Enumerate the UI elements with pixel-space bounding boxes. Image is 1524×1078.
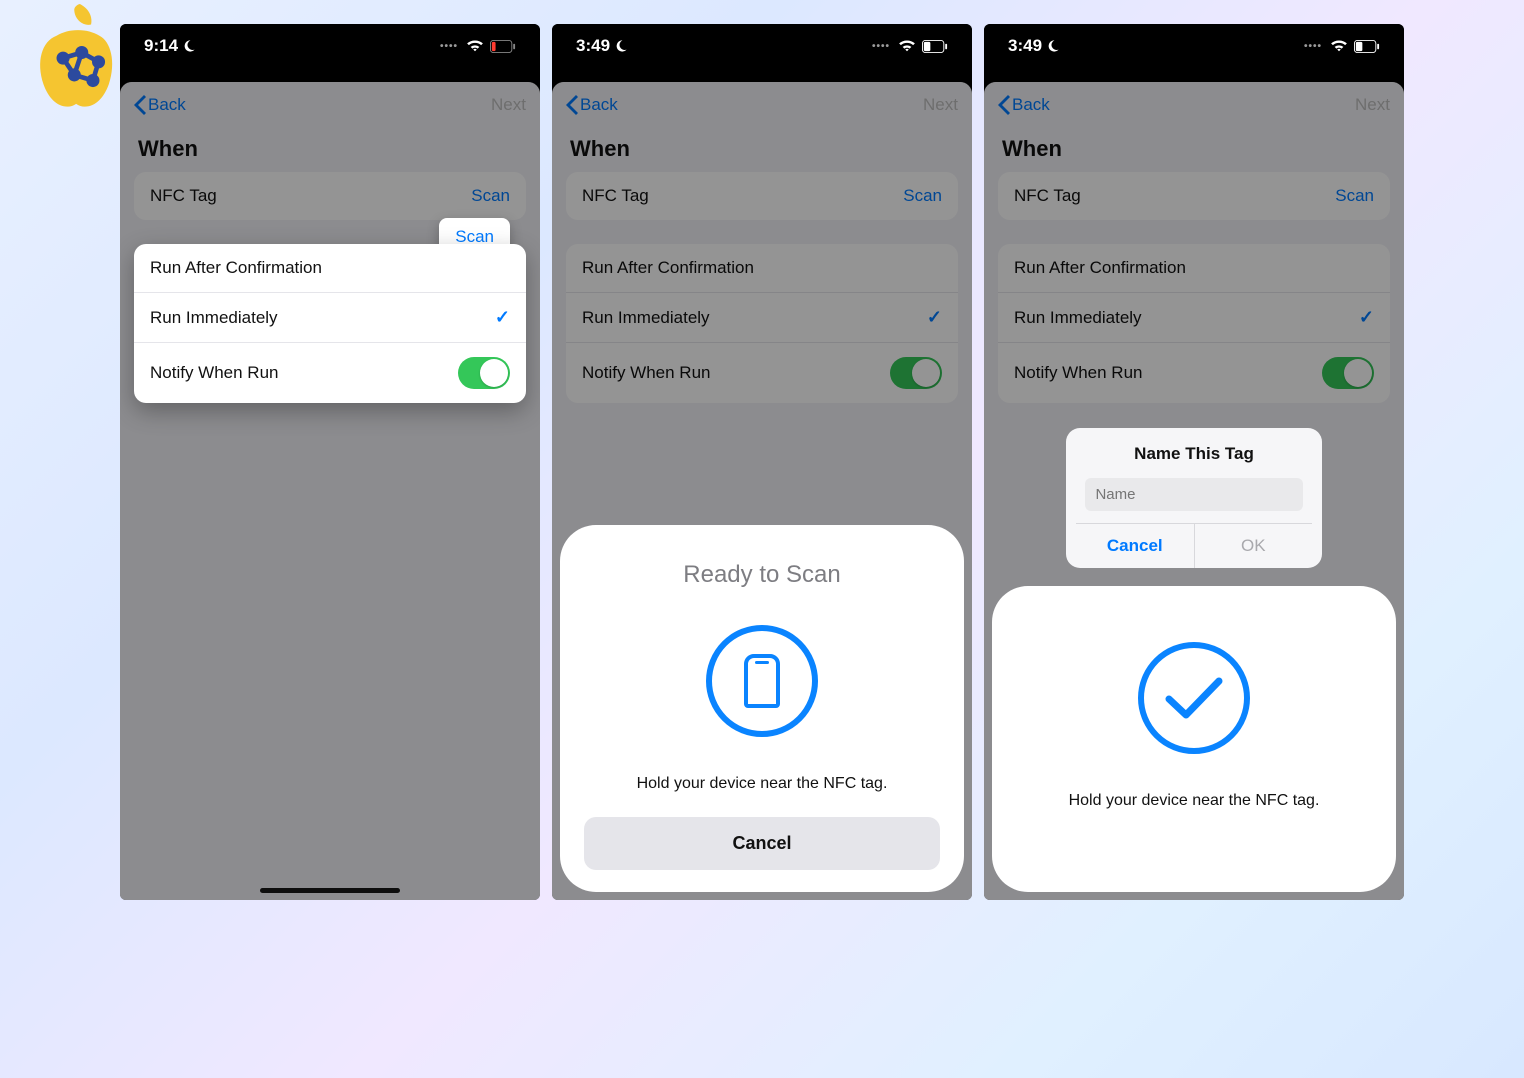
nfc-scan-circle-icon xyxy=(706,625,818,737)
option-notify-when-run: Notify When Run xyxy=(134,343,526,403)
screenshot-2: 3:49 •••• Back Next When NFC Tag Scan xyxy=(552,24,972,900)
chevron-left-icon xyxy=(998,95,1010,115)
option-run-after-confirmation[interactable]: Run After Confirmation xyxy=(566,244,958,293)
brand-logo-icon xyxy=(30,4,126,116)
nfc-tag-label: NFC Tag xyxy=(1014,186,1081,206)
nfc-scan-success-sheet: Hold your device near the NFC tag. xyxy=(992,586,1396,892)
cellular-dots-icon: •••• xyxy=(440,41,458,52)
do-not-disturb-icon xyxy=(614,39,628,53)
nfc-tag-row: NFC Tag Scan xyxy=(566,172,958,220)
wifi-icon xyxy=(466,39,484,53)
nfc-tag-row-group: NFC Tag Scan xyxy=(998,172,1390,220)
status-time: 3:49 xyxy=(576,36,610,56)
notify-toggle[interactable] xyxy=(890,357,942,389)
option-run-after-confirmation[interactable]: Run After Confirmation xyxy=(998,244,1390,293)
do-not-disturb-icon xyxy=(1046,39,1060,53)
option-run-immediately[interactable]: Run Immediately ✓ xyxy=(134,293,526,343)
run-options-group: Run After Confirmation Run Immediately ✓… xyxy=(566,244,958,403)
scan-button[interactable]: Scan xyxy=(1335,186,1374,206)
run-options-group: Run After Confirmation Run Immediately ✓… xyxy=(134,244,526,403)
battery-icon xyxy=(922,40,948,53)
nav-bar: Back Next xyxy=(552,82,972,128)
chevron-left-icon xyxy=(566,95,578,115)
back-button[interactable]: Back xyxy=(998,95,1050,115)
option-notify-when-run: Notify When Run xyxy=(566,343,958,403)
nfc-scan-sheet: Ready to Scan Hold your device near the … xyxy=(560,525,964,892)
alert-ok-button[interactable]: OK xyxy=(1195,524,1313,568)
nav-bar: Back Next xyxy=(984,82,1404,128)
status-bar: 3:49 •••• xyxy=(552,24,972,68)
nfc-tag-row: NFC Tag Scan xyxy=(998,172,1390,220)
alert-title: Name This Tag xyxy=(1076,444,1312,464)
do-not-disturb-icon xyxy=(182,39,196,53)
checkmark-icon: ✓ xyxy=(495,307,510,328)
checkmark-icon: ✓ xyxy=(1359,307,1374,328)
checkmark-icon: ✓ xyxy=(927,307,942,328)
option-run-immediately[interactable]: Run Immediately ✓ xyxy=(998,293,1390,343)
cellular-dots-icon: •••• xyxy=(872,41,890,52)
home-indicator[interactable] xyxy=(260,888,400,893)
notify-toggle[interactable] xyxy=(458,357,510,389)
notify-toggle[interactable] xyxy=(1322,357,1374,389)
run-options-group: Run After Confirmation Run Immediately ✓… xyxy=(998,244,1390,403)
alert-cancel-button[interactable]: Cancel xyxy=(1076,524,1195,568)
back-button[interactable]: Back xyxy=(566,95,618,115)
success-circle-icon xyxy=(1138,642,1250,754)
battery-icon xyxy=(1354,40,1380,53)
next-button[interactable]: Next xyxy=(923,95,958,115)
section-header-when: When xyxy=(984,128,1404,172)
sheet-title: Ready to Scan xyxy=(683,561,840,589)
status-time: 3:49 xyxy=(1008,36,1042,56)
sheet-cancel-button[interactable]: Cancel xyxy=(584,817,940,870)
screenshot-3: 3:49 •••• Back Next When NFC Tag Scan xyxy=(984,24,1404,900)
nfc-tag-row-group: NFC Tag Scan xyxy=(566,172,958,220)
sheet-message: Hold your device near the NFC tag. xyxy=(1069,792,1320,810)
status-bar: 3:49 •••• xyxy=(984,24,1404,68)
screenshot-1: 9:14 •••• Back Next When NFC Tag Scan xyxy=(120,24,540,900)
sheet-message: Hold your device near the NFC tag. xyxy=(637,775,888,793)
tag-name-input[interactable] xyxy=(1085,478,1302,511)
checkmark-large-icon xyxy=(1164,673,1224,723)
status-time: 9:14 xyxy=(144,36,178,56)
section-header-when: When xyxy=(552,128,972,172)
status-bar: 9:14 •••• xyxy=(120,24,540,68)
battery-low-icon xyxy=(490,40,516,53)
cellular-dots-icon: •••• xyxy=(1304,41,1322,52)
option-run-immediately[interactable]: Run Immediately ✓ xyxy=(566,293,958,343)
nfc-tag-label: NFC Tag xyxy=(582,186,649,206)
scan-button[interactable]: Scan xyxy=(903,186,942,206)
next-button[interactable]: Next xyxy=(1355,95,1390,115)
option-notify-when-run: Notify When Run xyxy=(998,343,1390,403)
phone-outline-icon xyxy=(744,654,780,708)
wifi-icon xyxy=(1330,39,1348,53)
option-run-after-confirmation[interactable]: Run After Confirmation xyxy=(134,244,526,293)
wifi-icon xyxy=(898,39,916,53)
name-tag-alert: Name This Tag Cancel OK xyxy=(1066,428,1322,568)
